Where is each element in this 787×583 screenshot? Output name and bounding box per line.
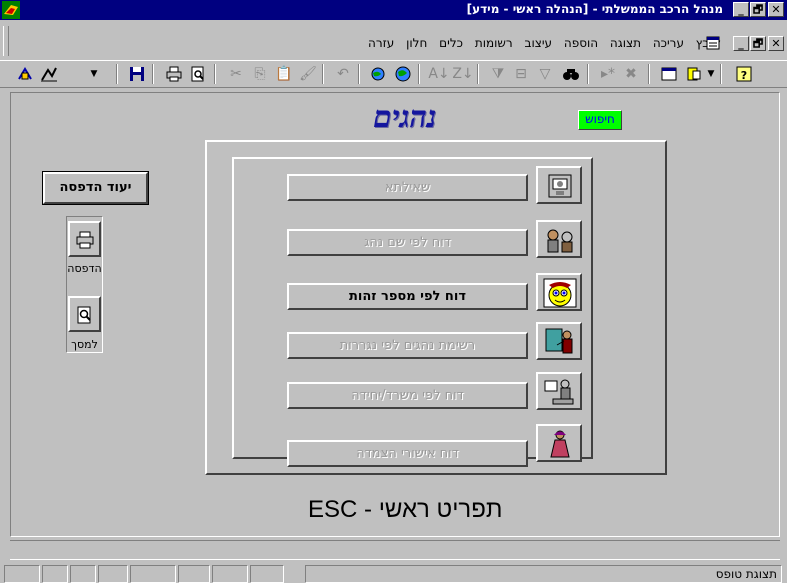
menu-window[interactable]: חלון [406, 36, 427, 50]
office-man-icon[interactable] [536, 372, 582, 410]
svg-text:?: ? [741, 69, 747, 82]
status-cell [212, 565, 248, 583]
web-icon[interactable] [392, 63, 414, 85]
window-title: מנהל הרכב הממשלתי - [הנהלה ראשי - מידע] [466, 2, 723, 16]
menu-bar: קובץ עריכה תצוגה הוספה עיצוב רשומות כלים… [360, 36, 721, 50]
status-cell [250, 565, 284, 583]
insert-hyperlink-icon[interactable] [368, 63, 390, 85]
print-button[interactable] [68, 221, 101, 257]
find-icon[interactable] [560, 63, 582, 85]
status-cell [4, 565, 40, 583]
report-button-by-driver-name[interactable]: דוח לפי שם נהג [287, 229, 528, 256]
minimize-button[interactable]: _ [733, 2, 749, 17]
new-object-icon[interactable] [683, 63, 705, 85]
people-icon[interactable] [536, 220, 582, 258]
view-dropdown-icon[interactable]: ▼ [89, 63, 99, 85]
print-label: הדפסה [67, 262, 102, 275]
report-button-drivers-by-trailers[interactable]: רשימת נהגים לפי נגררות [287, 332, 528, 359]
close-button[interactable]: ✕ [768, 2, 784, 17]
format-painter-icon[interactable]: 🖌 [297, 63, 319, 85]
esc-main-menu-label: תפריט ראשי - ESC [308, 496, 503, 523]
preview-button[interactable] [68, 296, 101, 332]
status-cell [98, 565, 128, 583]
toolbar: ? ▼ ✖ ▸* ▽ ⊟ ⧩ Z↓ A↓ ↶ 🖌 📋 ⎘ ✂ ▼ [0, 60, 787, 88]
apply-filter-icon[interactable]: ▽ [534, 63, 556, 85]
page-title: נהגים [373, 100, 437, 135]
filter-by-form-icon[interactable]: ⊟ [510, 63, 532, 85]
status-bar: תצוגת טופס [0, 563, 787, 583]
design-icon[interactable] [14, 63, 36, 85]
filter-by-selection-icon[interactable]: ⧩ [487, 63, 509, 85]
report-button-by-office-unit[interactable]: דוח לפי משרד/יחידה [287, 382, 528, 409]
new-record-icon[interactable]: ▸* [597, 63, 619, 85]
menu-edit[interactable]: עריכה [653, 36, 684, 50]
status-cell [130, 565, 176, 583]
maximize-button[interactable]: 🗗 [750, 2, 766, 17]
menu-insert[interactable]: הוספה [564, 36, 598, 50]
preview-label: למסך [71, 338, 98, 351]
status-cell [70, 565, 96, 583]
print-setup-button[interactable]: יעוד הדפסה [42, 171, 149, 205]
sort-ascending-icon[interactable]: A↓ [428, 63, 450, 85]
report-button-query[interactable]: שאילתא [287, 174, 528, 201]
mdi-minimize-button[interactable]: _ [733, 36, 749, 51]
print-icon[interactable] [163, 63, 185, 85]
menu-grip[interactable] [3, 26, 9, 56]
delete-record-icon[interactable]: ✖ [620, 63, 642, 85]
undo-icon[interactable]: ↶ [332, 63, 354, 85]
paste-icon[interactable]: 📋 [273, 63, 295, 85]
title-bar: מנהל הרכב הממשלתי - [הנהלה ראשי - מידע] … [0, 0, 787, 20]
mdi-restore-button[interactable]: 🗗 [750, 36, 766, 51]
woman-icon[interactable] [536, 424, 582, 462]
print-preview-icon[interactable] [187, 63, 209, 85]
database-window-icon[interactable] [658, 63, 680, 85]
sort-descending-icon[interactable]: Z↓ [452, 63, 474, 85]
face-icon[interactable] [536, 273, 582, 311]
mdi-close-button[interactable]: ✕ [768, 36, 784, 51]
save-icon[interactable] [126, 63, 148, 85]
app-icon[interactable] [2, 1, 20, 19]
report-button-attachment-approvals[interactable]: דוח אישורי הצמדה [287, 440, 528, 467]
help-icon[interactable]: ? [733, 63, 755, 85]
query-icon[interactable] [536, 166, 582, 204]
copy-icon[interactable]: ⎘ [249, 63, 271, 85]
chevron-down-icon[interactable]: ▼ [706, 63, 716, 85]
menu-help[interactable]: עזרה [368, 36, 394, 50]
menu-format[interactable]: עיצוב [525, 36, 553, 50]
report-button-by-id-number[interactable]: דוח לפי מספר זהות [287, 283, 528, 310]
search-button[interactable]: חיפוש [578, 110, 622, 130]
cut-icon[interactable]: ✂ [225, 63, 247, 85]
form-footer [10, 540, 780, 560]
document-icon[interactable] [706, 36, 720, 50]
status-text: תצוגת טופס [305, 565, 782, 583]
status-cell [42, 565, 68, 583]
man-painting-icon[interactable] [536, 322, 582, 360]
menu-view[interactable]: תצוגה [610, 36, 641, 50]
status-cell [178, 565, 210, 583]
menu-tools[interactable]: כלים [439, 36, 463, 50]
menu-records[interactable]: רשומות [475, 36, 513, 50]
view-icon[interactable] [38, 63, 60, 85]
